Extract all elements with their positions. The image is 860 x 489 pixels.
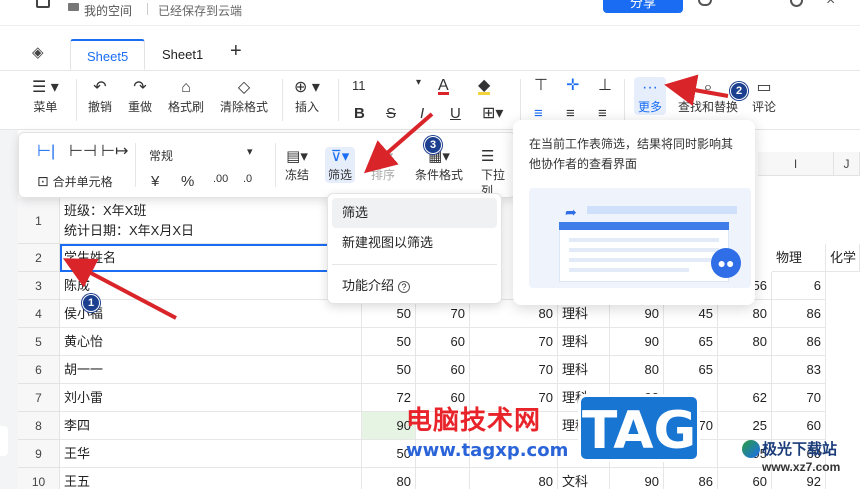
spreadsheet-app: 我的空间 已经保存到云端 分享 × ◈ Sheet5 Sheet1 + ☰ ▾ … [0, 0, 860, 489]
watermark-xz: 极光下载站 www.xz7.com [740, 432, 860, 489]
annotation-badge-2: 2 [730, 82, 748, 100]
arrow-to-more [664, 74, 729, 106]
watermark-tag-logo: TAG [578, 394, 700, 462]
xz-logo-icon [742, 440, 760, 458]
annotation-badge-1: 1 [82, 294, 100, 312]
annotation-badge-3: 3 [424, 136, 442, 154]
arrow-to-filter [363, 112, 434, 174]
watermark-url: www.tagxp.com [406, 440, 569, 461]
watermark-cn: 电脑技术网 [406, 406, 542, 436]
